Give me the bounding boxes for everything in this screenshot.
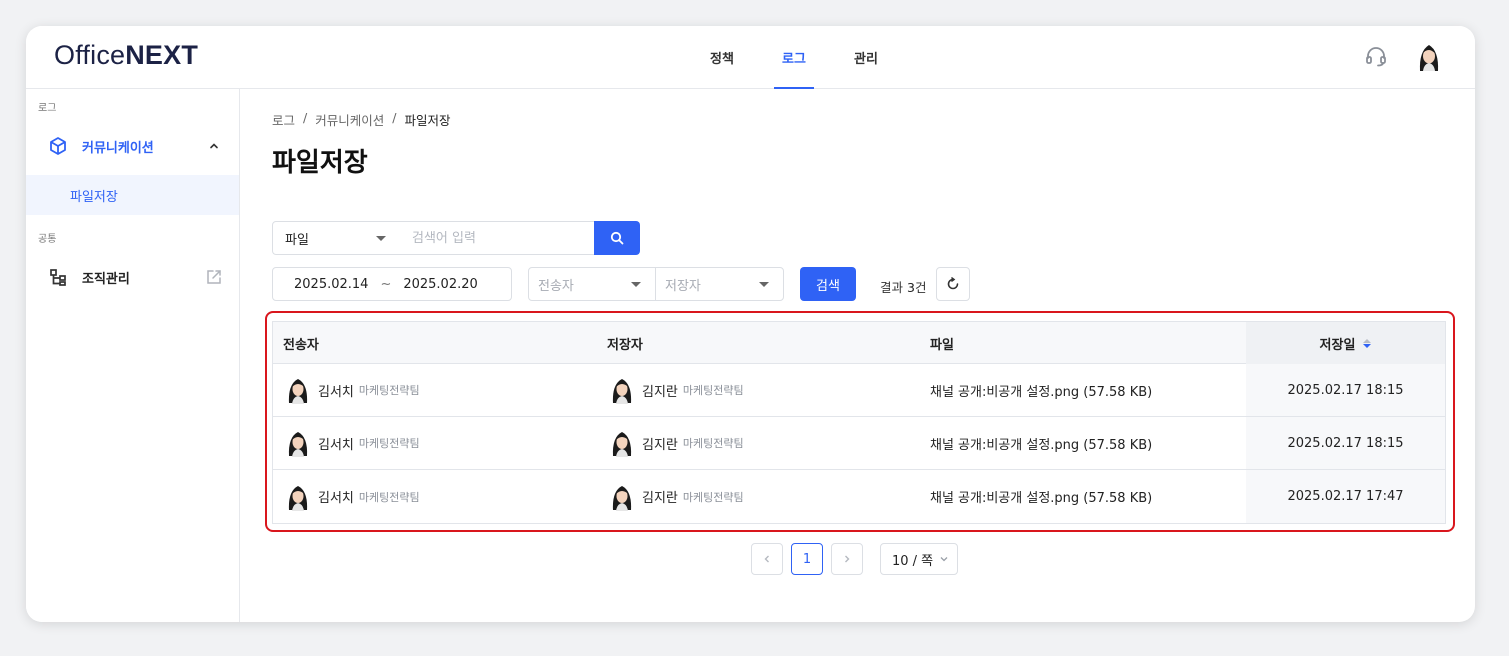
cube-icon [50, 137, 66, 155]
nav-manage[interactable]: 관리 [830, 26, 902, 89]
top-nav: 정책 로그 관리 [686, 26, 902, 89]
breadcrumb-current: 파일저장 [404, 113, 451, 128]
date-to: 2025.02.20 [403, 276, 478, 292]
page-size-select[interactable]: 10 / 쪽 [880, 543, 958, 575]
avatar[interactable] [1414, 41, 1444, 71]
search-input[interactable] [400, 221, 595, 255]
result-count: 결과 3건 [880, 277, 926, 296]
org-chart-icon [50, 269, 66, 286]
sidebar-item-label: 커뮤니케이션 [82, 140, 154, 156]
breadcrumb: 로그 / 커뮤니케이션 / 파일저장 [272, 110, 450, 129]
sidebar-item-label: 조직관리 [82, 271, 130, 287]
external-link-icon[interactable] [205, 268, 223, 286]
logo-office: Office [54, 40, 126, 70]
chevron-right-icon [845, 555, 850, 563]
caret-down-icon [759, 282, 769, 287]
breadcrumb-log[interactable]: 로그 [272, 110, 295, 129]
top-header: OfficeNEXT 정책 로그 관리 [26, 26, 1475, 89]
date-range-picker[interactable]: 2025.02.14 ~ 2025.02.20 [272, 267, 512, 301]
sidebar-item-org-management[interactable]: 조직관리 [26, 257, 239, 297]
chevron-up-icon[interactable] [205, 137, 223, 155]
search-submit-button[interactable]: 검색 [800, 267, 856, 301]
caret-down-icon [376, 236, 386, 241]
next-page-button[interactable] [831, 543, 863, 575]
sidebar-section-log: 로그 [38, 103, 57, 114]
prev-page-button[interactable] [751, 543, 783, 575]
sidebar-item-communication[interactable]: 커뮤니케이션 [26, 126, 239, 166]
headset-icon[interactable] [1364, 44, 1388, 68]
sender-select[interactable]: 전송자 [528, 267, 656, 301]
search-type-select[interactable]: 파일 [272, 221, 401, 255]
search-icon [610, 231, 624, 245]
logo[interactable]: OfficeNEXT [54, 40, 198, 71]
page-size-value: 10 / 쪽 [892, 553, 934, 569]
result-suffix: 건 [914, 280, 927, 295]
sidebar: 로그 커뮤니케이션 파일저장 공통 조직관리 [26, 89, 240, 622]
chevron-left-icon [764, 555, 769, 563]
result-prefix: 결과 [880, 280, 904, 295]
sidebar-section-common: 공통 [38, 234, 57, 245]
sidebar-item-file-storage[interactable]: 파일저장 [26, 175, 239, 215]
refresh-icon [947, 277, 959, 290]
search-type-value: 파일 [285, 232, 309, 248]
saver-select[interactable]: 저장자 [655, 267, 784, 301]
nav-log[interactable]: 로그 [758, 26, 830, 89]
logo-next: NEXT [125, 40, 199, 70]
nav-policy[interactable]: 정책 [686, 26, 758, 89]
app-window: OfficeNEXT 정책 로그 관리 로그 커뮤니케이션 파일저장 공통 조직… [26, 26, 1475, 622]
saver-placeholder: 저장자 [665, 278, 701, 294]
breadcrumb-separator: / [303, 110, 308, 125]
page-title: 파일저장 [272, 148, 368, 178]
search-button[interactable] [594, 221, 640, 255]
highlight-box [265, 311, 1455, 532]
breadcrumb-communication[interactable]: 커뮤니케이션 [315, 110, 384, 129]
result-number: 3 [907, 280, 915, 295]
date-separator: ~ [380, 276, 392, 292]
sender-placeholder: 전송자 [538, 278, 574, 294]
caret-down-icon [631, 282, 641, 287]
page-button-current[interactable]: 1 [791, 543, 823, 575]
refresh-button[interactable] [936, 267, 970, 301]
breadcrumb-separator: / [392, 110, 397, 125]
chevron-down-icon [940, 557, 948, 562]
date-from: 2025.02.14 [294, 276, 369, 292]
